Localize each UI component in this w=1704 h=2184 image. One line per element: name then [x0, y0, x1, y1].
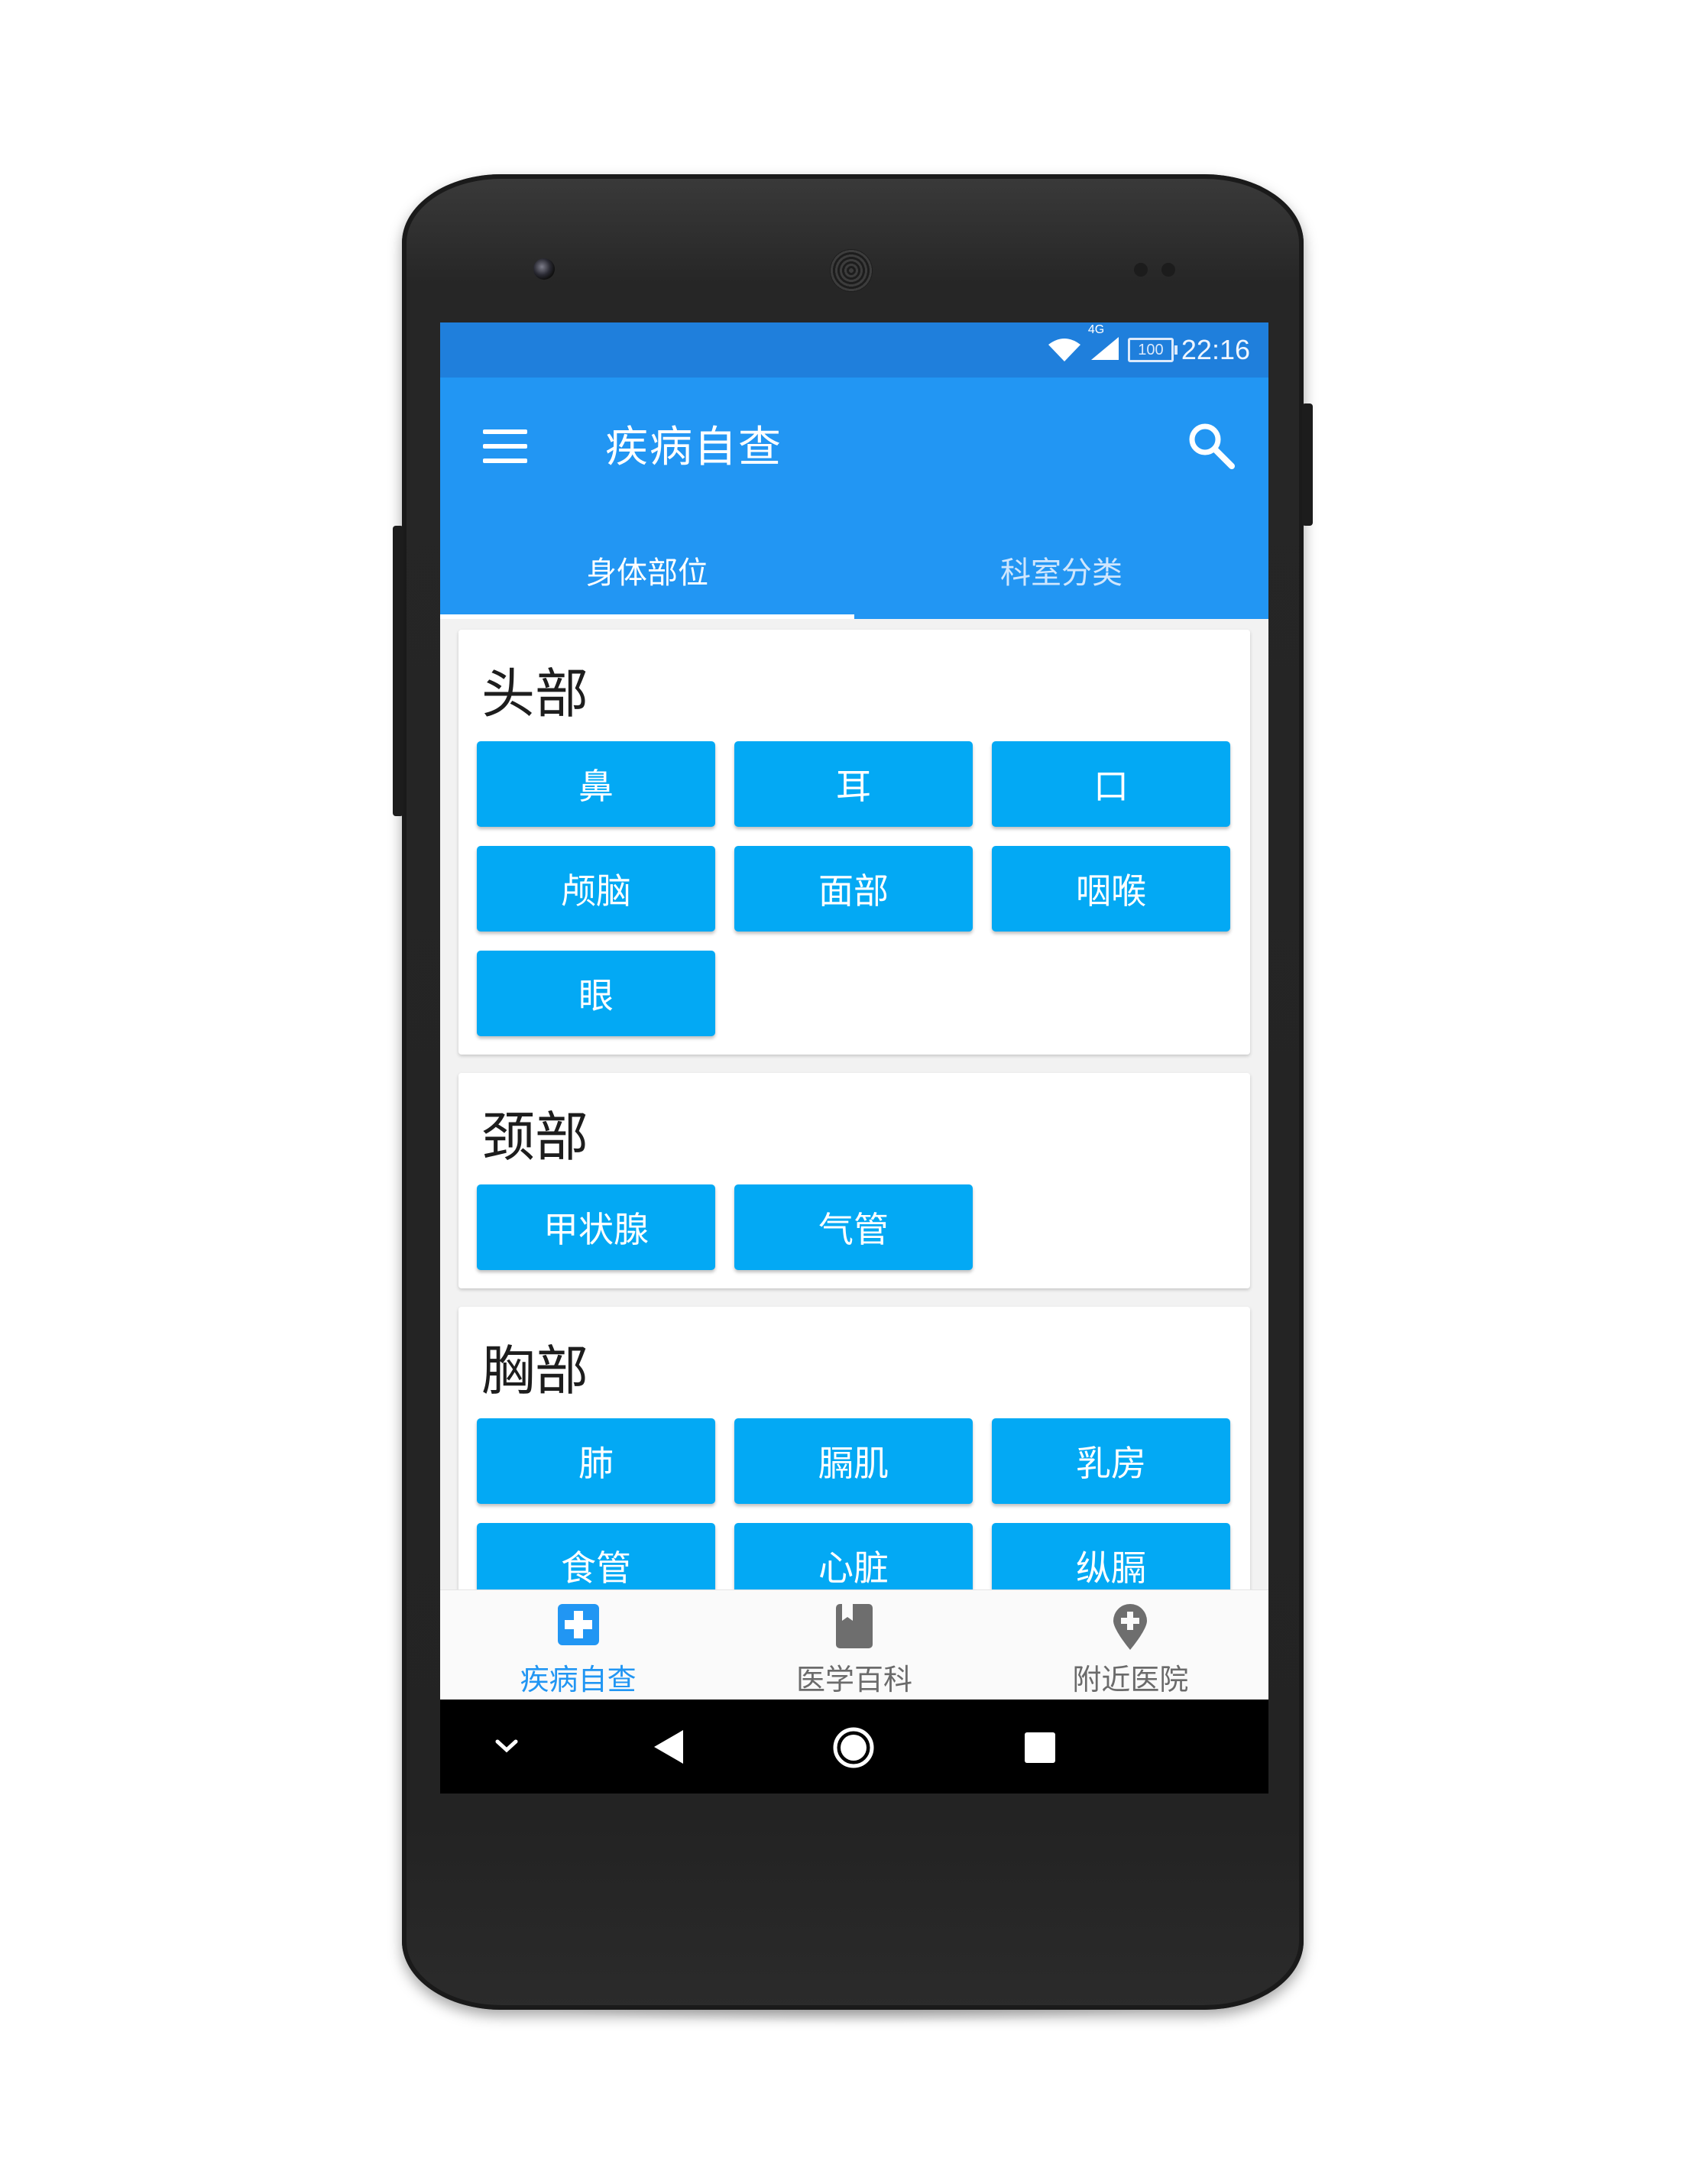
nav-item-self-check[interactable]: 疾病自查 [440, 1590, 716, 1700]
nav-label: 疾病自查 [520, 1663, 637, 1696]
status-time: 22:16 [1181, 334, 1250, 365]
body-part-button[interactable]: 心脏 [734, 1523, 973, 1589]
menu-icon[interactable] [483, 429, 529, 463]
body-part-button[interactable]: 肺 [477, 1418, 715, 1504]
section-card-chest: 胸部 肺 膈肌 乳房 食管 心脏 纵膈 [458, 1307, 1250, 1589]
battery-icon: 100 [1127, 338, 1178, 362]
status-icons: 4G 100 22:16 [1047, 323, 1250, 368]
body-part-button[interactable]: 眼 [477, 951, 715, 1036]
tab-departments[interactable]: 科室分类 [854, 521, 1268, 619]
body-part-button[interactable]: 口 [992, 741, 1230, 827]
sensor [1161, 263, 1175, 277]
tab-bar: 身体部位 科室分类 [440, 521, 1268, 619]
body-part-button[interactable]: 膈肌 [734, 1418, 973, 1504]
section-card-neck: 颈部 甲状腺 气管 [458, 1073, 1250, 1288]
location-pin-icon [1113, 1604, 1148, 1650]
signal-icon [1090, 337, 1119, 360]
volume-button [393, 526, 403, 816]
network-type-label: 4G [1087, 323, 1105, 336]
section-title: 颈部 [481, 1106, 588, 1168]
body-part-button[interactable]: 纵膈 [992, 1523, 1230, 1589]
body-part-button[interactable]: 耳 [734, 741, 973, 827]
nav-label: 医学百科 [795, 1663, 912, 1696]
content-scroll[interactable]: 头部 鼻 耳 口 颅脑 面部 咽喉 眼 颈部 甲状腺 气管 胸部 肺 膈肌 乳房… [440, 619, 1268, 1589]
home-icon[interactable] [831, 1725, 876, 1770]
section-title: 胸部 [481, 1340, 588, 1402]
cellular-signal: 4G [1088, 323, 1120, 365]
body-part-button[interactable]: 食管 [477, 1523, 715, 1589]
back-icon[interactable] [653, 1729, 685, 1765]
body-part-button[interactable]: 乳房 [992, 1418, 1230, 1504]
search-icon[interactable] [1184, 419, 1238, 472]
body-part-button[interactable]: 咽喉 [992, 846, 1230, 932]
book-icon [835, 1604, 873, 1648]
bottom-navigation: 疾病自查 医学百科 附近医院 [440, 1589, 1268, 1700]
app-bar: 疾病自查 身体部位 科室分类 [440, 378, 1268, 619]
body-part-button[interactable]: 鼻 [477, 741, 715, 827]
nav-item-nearby-hospitals[interactable]: 附近医院 [993, 1590, 1268, 1700]
earpiece-speaker [830, 249, 873, 292]
power-button [1302, 403, 1313, 526]
status-bar: 4G 100 22:16 [440, 322, 1268, 378]
medical-cross-icon [557, 1604, 599, 1645]
sensor [1134, 263, 1148, 277]
front-camera [533, 258, 555, 280]
body-part-button[interactable]: 颅脑 [477, 846, 715, 932]
section-card-head: 头部 鼻 耳 口 颅脑 面部 咽喉 眼 [458, 630, 1250, 1055]
nav-item-encyclopedia[interactable]: 医学百科 [716, 1590, 992, 1700]
wifi-icon [1048, 339, 1080, 361]
body-part-button[interactable]: 气管 [734, 1184, 973, 1270]
screen: 4G 100 22:16 疾病自查 身体部位 科室分类 头部 鼻 耳 口 颅脑 … [440, 322, 1268, 1794]
body-part-button[interactable]: 甲状腺 [477, 1184, 715, 1270]
system-navigation-bar [440, 1700, 1268, 1794]
nav-label: 附近医院 [1072, 1663, 1189, 1696]
body-part-button[interactable]: 面部 [734, 846, 973, 932]
page-title: 疾病自查 [605, 423, 782, 472]
section-title: 头部 [481, 663, 588, 725]
recent-apps-icon[interactable] [1024, 1732, 1056, 1764]
tab-body-parts[interactable]: 身体部位 [440, 521, 854, 619]
chevron-down-icon[interactable] [494, 1738, 520, 1755]
